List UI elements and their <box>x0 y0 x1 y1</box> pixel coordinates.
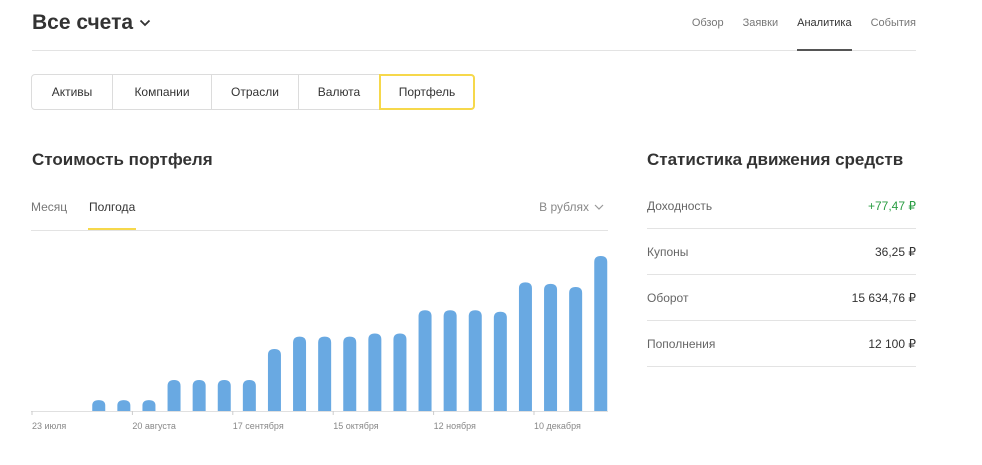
stat-value: 15 634,76 ₽ <box>851 290 916 305</box>
chart-bar[interactable] <box>117 400 131 411</box>
nav-item[interactable]: Аналитика <box>797 0 853 51</box>
segment-tab[interactable]: Компании <box>112 74 212 110</box>
stat-value: 12 100 ₽ <box>868 336 916 351</box>
chart-bar[interactable] <box>393 333 407 412</box>
segment-tab[interactable]: Портфель <box>379 74 475 110</box>
stat-row: Пополнения 12 100 ₽ <box>647 321 916 367</box>
chart-bar[interactable] <box>368 333 382 412</box>
chart-bar[interactable] <box>92 400 106 411</box>
stats-title: Статистика движения средств <box>647 150 904 169</box>
period-tabs: Месяц Полгода В рублях <box>31 188 608 231</box>
chart-bar[interactable] <box>594 256 608 411</box>
top-nav: Обзор Заявки Аналитика События <box>673 0 916 51</box>
tab-half-year[interactable]: Полгода <box>87 200 137 230</box>
chart-bar[interactable] <box>518 282 532 411</box>
portfolio-bar-chart: 23 июля 20 августа 17 сентября 15 октября 12… <box>31 256 608 431</box>
account-selector[interactable]: Все счета <box>32 11 151 35</box>
x-tick-label: 12 ноября <box>434 421 476 431</box>
chart-bar[interactable] <box>142 400 156 411</box>
chart-bar[interactable] <box>167 380 181 411</box>
chart-bar[interactable] <box>468 310 482 411</box>
nav-item[interactable]: Заявки <box>743 0 779 50</box>
chart-bar[interactable] <box>569 287 583 411</box>
stat-label: Купоны <box>647 244 689 259</box>
nav-item[interactable]: События <box>871 0 916 50</box>
stat-label: Оборот <box>647 290 689 305</box>
x-tick-label: 17 сентября <box>233 421 284 431</box>
chart-bar[interactable] <box>242 380 256 411</box>
segment-tab[interactable]: Валюта <box>298 74 380 110</box>
tab-month[interactable]: Месяц <box>31 200 67 229</box>
portfolio-title: Стоимость портфеля <box>32 150 213 169</box>
stat-row: Оборот 15 634,76 ₽ <box>647 275 916 321</box>
chart-bar[interactable] <box>418 310 432 411</box>
x-tick-label: 10 декабря <box>534 421 581 431</box>
analytics-segments: Активы Компании Отрасли Валюта Портфель <box>31 74 475 110</box>
chart-bar[interactable] <box>318 336 332 411</box>
stat-row: Купоны 36,25 ₽ <box>647 229 916 275</box>
chevron-down-icon <box>139 19 151 27</box>
currency-select-label: В рублях <box>539 200 589 214</box>
segment-tab[interactable]: Отрасли <box>211 74 299 110</box>
chart-bar[interactable] <box>343 336 357 411</box>
chart-bar[interactable] <box>293 336 307 411</box>
portfolio-chart: 23 июля 20 августа 17 сентября 15 октября 12… <box>31 240 608 445</box>
stat-label: Пополнения <box>647 336 716 351</box>
chart-bar[interactable] <box>493 311 507 411</box>
chart-bar[interactable] <box>544 283 558 411</box>
x-tick-label: 15 октября <box>333 421 379 431</box>
chart-bar[interactable] <box>443 310 457 411</box>
stat-label: Доходность <box>647 198 713 213</box>
stat-value: +77,47 ₽ <box>867 198 916 213</box>
chart-bar[interactable] <box>192 380 206 411</box>
nav-item[interactable]: Обзор <box>692 0 724 50</box>
chevron-down-icon <box>594 204 604 210</box>
stat-row: Доходность +77,47 ₽ <box>647 183 916 229</box>
chart-bar[interactable] <box>267 349 281 411</box>
stat-value: 36,25 ₽ <box>875 244 916 259</box>
segment-tab[interactable]: Активы <box>31 74 113 110</box>
account-title: Все счета <box>32 11 134 34</box>
stats-table: Доходность +77,47 ₽ Купоны 36,25 ₽ Оборот 15 … <box>647 183 916 367</box>
top-header: Все счета Обзор Заявки Аналитика События <box>32 0 916 51</box>
chart-bar[interactable] <box>217 380 231 411</box>
currency-select[interactable]: В рублях <box>539 200 604 214</box>
x-tick-label: 23 июля <box>32 421 66 431</box>
x-tick-label: 20 августа <box>132 421 176 431</box>
